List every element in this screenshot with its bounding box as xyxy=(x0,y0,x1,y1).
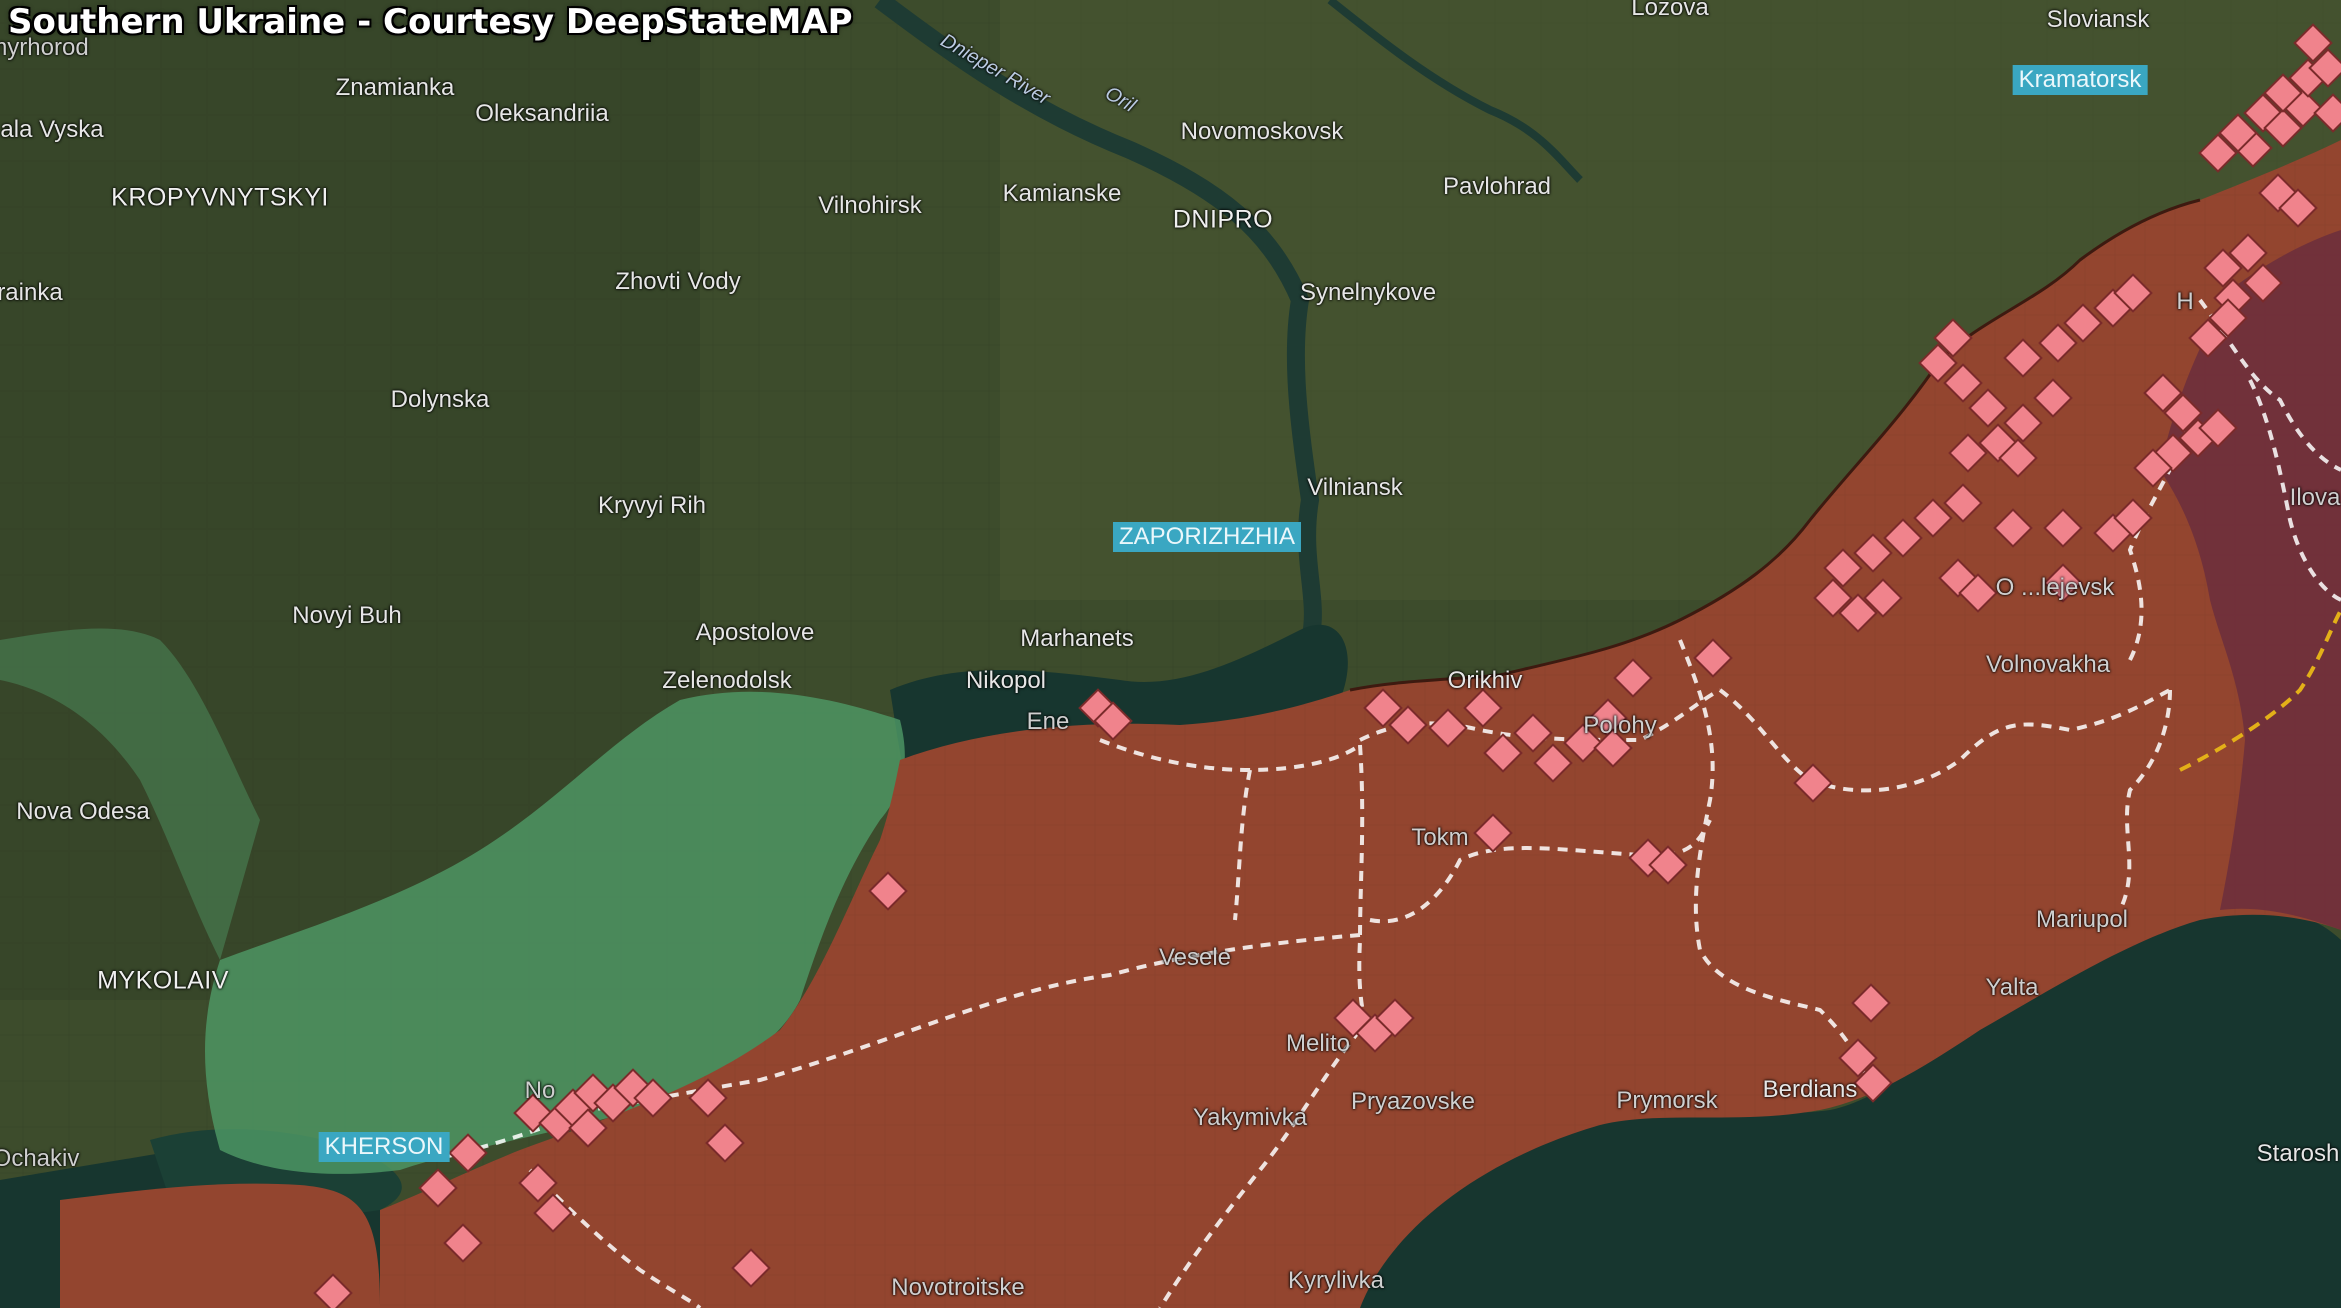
place-label-znamianka: Znamianka xyxy=(335,74,455,101)
place-label-yakymivka: Yakymivka xyxy=(1192,1104,1308,1131)
place-label-mariupol: Mariupol xyxy=(2035,906,2129,933)
place-label-pavlohrad: Pavlohrad xyxy=(1442,173,1552,200)
place-label-yalta: Yalta xyxy=(1985,974,2039,1001)
place-label-kamianske: Kamianske xyxy=(1002,180,1122,207)
place-label-orikhiv: Orikhiv xyxy=(1447,667,1523,694)
place-label-ukrainka: rainka xyxy=(0,279,63,306)
place-label-novotroitske: Novotroitske xyxy=(891,1274,1025,1301)
place-label-starosh: Starosh xyxy=(2256,1140,2340,1167)
place-label-ochakiv: Ochakiv xyxy=(0,1145,80,1172)
place-label-lozova: Lozova xyxy=(1631,0,1709,21)
place-label-nova-odesa: Nova Odesa xyxy=(16,798,150,825)
place-label-sloviansk: Sloviansk xyxy=(2046,6,2150,33)
place-label-vilnohirsk: Vilnohirsk xyxy=(818,192,922,219)
place-label-synelnykove: Synelnykove xyxy=(1299,279,1437,306)
place-label-mala-vyska: ala Vyska xyxy=(0,116,104,143)
place-label-mykolaiv: MYKOLAIV xyxy=(97,966,229,995)
place-label-kyrylivka: Kyrylivka xyxy=(1287,1267,1385,1294)
place-label-kramatorsk: Kramatorsk xyxy=(2012,65,2148,95)
place-label-kropyvnytskyi: KROPYVNYTSKYI xyxy=(111,183,329,212)
place-label-prymorsk: Prymorsk xyxy=(1616,1087,1718,1114)
place-label-zaporizhzhia: ZAPORIZHZHIA xyxy=(1112,522,1302,552)
place-label-tokmak: Tokm xyxy=(1411,824,1469,851)
place-label-dolynska: Dolynska xyxy=(390,386,490,413)
place-label-enerhodar: Ene xyxy=(1026,708,1070,735)
place-label-oleksandriia: Oleksandriia xyxy=(475,100,609,127)
place-label-nova-kakhovka: No xyxy=(524,1077,556,1104)
place-label-ilovaisk: Ilova xyxy=(2289,484,2341,511)
place-label-zhovti-vody: Zhovti Vody xyxy=(615,268,741,295)
place-label-horlivka: H xyxy=(2176,288,2194,315)
place-label-novomoskovsk: Novomoskovsk xyxy=(1180,118,1344,145)
place-label-vesele: Vesele xyxy=(1158,944,1232,971)
place-label-polohy: Polohy xyxy=(1583,712,1657,739)
place-label-berdiansk: Berdians xyxy=(1762,1076,1858,1103)
place-label-kherson: KHERSON xyxy=(318,1132,450,1162)
place-label-dnipro: DNIPRO xyxy=(1172,205,1274,234)
map-canvas[interactable]: myrhorod Lozova Sloviansk Kramatorsk Zna… xyxy=(0,0,2341,1308)
place-label-olenivka: O ...lejevsk xyxy=(1995,574,2115,601)
place-label-apostolove: Apostolove xyxy=(695,619,815,646)
map-title: Southern Ukraine - Courtesy DeepStateMAP xyxy=(8,2,853,42)
place-label-marhanets: Marhanets xyxy=(1020,625,1134,652)
place-label-melitopol: Melito xyxy=(1285,1030,1351,1057)
place-label-kryvyi-rih: Kryvyi Rih xyxy=(597,492,707,519)
place-label-volnovakha: Volnovakha xyxy=(1985,651,2111,678)
place-label-zelenodolsk: Zelenodolsk xyxy=(662,667,792,694)
place-label-nikopol: Nikopol xyxy=(965,667,1047,694)
place-label-vilniansk: Vilniansk xyxy=(1307,474,1403,501)
place-label-novyi-buh: Novyi Buh xyxy=(292,602,402,629)
place-label-pryazovske: Pryazovske xyxy=(1350,1088,1476,1115)
